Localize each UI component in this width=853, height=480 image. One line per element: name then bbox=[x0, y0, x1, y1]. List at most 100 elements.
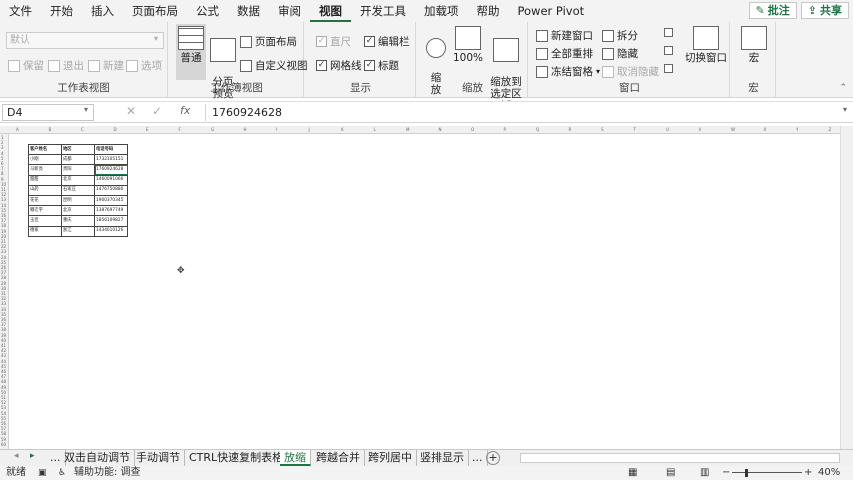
table-cell[interactable]: 成都 bbox=[61, 154, 95, 166]
hide-button[interactable]: 隐藏 bbox=[602, 46, 638, 61]
page-layout-view-icon[interactable]: ▤ bbox=[666, 466, 675, 480]
custom-views-button[interactable]: 自定义视图 bbox=[240, 58, 308, 73]
header-cell[interactable]: 地区 bbox=[61, 143, 95, 156]
column-header[interactable]: F bbox=[179, 126, 181, 134]
column-header[interactable]: J bbox=[309, 126, 310, 134]
vertical-scrollbar[interactable] bbox=[840, 126, 853, 449]
view-side-by-side-button[interactable] bbox=[664, 28, 673, 37]
formula-input[interactable]: 1760924628 bbox=[205, 104, 847, 121]
ruler-checkbox[interactable]: ✓ 直尺 bbox=[316, 34, 351, 49]
column-header[interactable]: M bbox=[406, 126, 409, 134]
tab-data[interactable]: 数据 bbox=[228, 0, 269, 22]
table-cell[interactable]: 石家庄 bbox=[61, 184, 95, 196]
column-header[interactable]: B bbox=[49, 126, 52, 134]
table-cell[interactable]: 1760924628 bbox=[94, 164, 128, 176]
new-view-button[interactable]: 新建 bbox=[88, 58, 124, 73]
normal-view-button[interactable]: 普通 bbox=[176, 24, 206, 80]
horizontal-scrollbar[interactable] bbox=[520, 453, 840, 463]
formula-bar-checkbox[interactable]: ✓ 编辑栏 bbox=[364, 34, 410, 49]
column-header[interactable]: O bbox=[471, 126, 474, 134]
column-header[interactable]: Q bbox=[536, 126, 539, 134]
table-cell[interactable]: 北京 bbox=[61, 205, 95, 217]
column-header[interactable]: I bbox=[276, 126, 277, 134]
page-break-view-icon[interactable]: ▥ bbox=[700, 466, 709, 480]
column-header[interactable]: Y bbox=[796, 126, 798, 134]
tab-power-pivot[interactable]: Power Pivot bbox=[509, 0, 594, 22]
zoom-out-icon[interactable]: − bbox=[722, 466, 730, 480]
table-cell[interactable]: 1460091066 bbox=[94, 174, 128, 186]
column-header[interactable]: A bbox=[16, 126, 19, 134]
table-cell[interactable]: 1900370345 bbox=[94, 194, 128, 207]
column-header[interactable]: T bbox=[634, 126, 636, 134]
row-header[interactable]: 60 bbox=[1, 442, 6, 447]
headings-checkbox[interactable]: ✓ 标题 bbox=[364, 58, 399, 73]
column-header[interactable]: N bbox=[439, 126, 442, 134]
table-cell[interactable]: 1387697749 bbox=[94, 205, 128, 217]
sheet-tab[interactable]: 跨越合并 bbox=[312, 450, 365, 466]
column-header[interactable]: V bbox=[699, 126, 702, 134]
sheet-view-select[interactable]: 默认 bbox=[6, 32, 164, 49]
sheet-tab-active[interactable]: 放缩 bbox=[280, 450, 311, 466]
sheet-tab[interactable]: CTRL快速复制表格 bbox=[185, 450, 289, 466]
table-cell[interactable]: 昆明 bbox=[61, 194, 95, 207]
insert-function-icon[interactable]: fx bbox=[180, 104, 190, 117]
table-cell[interactable]: 1732105151 bbox=[94, 154, 128, 166]
tab-formulas[interactable]: 公式 bbox=[187, 0, 228, 22]
table-cell[interactable]: 1434010126 bbox=[94, 225, 128, 237]
column-header[interactable]: P bbox=[504, 126, 506, 134]
table-cell[interactable]: 玉佳 bbox=[28, 215, 62, 227]
tab-review[interactable]: 审阅 bbox=[269, 0, 310, 22]
exit-view-button[interactable]: 退出 bbox=[48, 58, 84, 73]
zoom-100-button[interactable]: 100% bbox=[452, 26, 484, 64]
enter-icon[interactable]: ✓ bbox=[152, 104, 162, 118]
table-cell[interactable]: 甜甜 bbox=[28, 174, 62, 186]
zoom-level[interactable]: 40% bbox=[818, 466, 840, 480]
freeze-panes-button[interactable]: 冻结窗格 ▾ bbox=[536, 64, 600, 79]
comments-button[interactable]: ✎ 批注 bbox=[748, 2, 797, 19]
table-cell[interactable]: 花花 bbox=[28, 194, 62, 207]
column-header[interactable]: H bbox=[244, 126, 247, 134]
new-window-button[interactable]: 新建窗口 bbox=[536, 28, 593, 43]
macros-button[interactable]: 宏 bbox=[740, 26, 768, 64]
normal-view-icon[interactable]: ▦ bbox=[628, 466, 637, 480]
tab-addins[interactable]: 加载项 bbox=[415, 0, 468, 22]
switch-windows-button[interactable]: 切换窗口 bbox=[684, 26, 728, 64]
column-header[interactable]: D bbox=[114, 126, 117, 134]
sync-scroll-button[interactable] bbox=[664, 46, 673, 55]
gridlines-checkbox[interactable]: ✓ 网格线 bbox=[316, 58, 362, 73]
tab-view[interactable]: 视图 bbox=[310, 0, 351, 22]
sheet-tab[interactable]: 跨列居中 bbox=[364, 450, 417, 466]
tab-file[interactable]: 文件 bbox=[0, 0, 41, 22]
header-cell[interactable]: 电话号码 bbox=[94, 143, 128, 156]
page-layout-button[interactable]: 页面布局 bbox=[240, 34, 297, 49]
split-button[interactable]: 拆分 bbox=[602, 28, 638, 43]
sheet-tab[interactable]: 手动调节 bbox=[132, 450, 185, 466]
column-header[interactable]: U bbox=[666, 126, 669, 134]
macro-record-icon[interactable]: ▣ bbox=[38, 466, 47, 480]
column-header[interactable]: C bbox=[81, 126, 84, 134]
table-cell[interactable]: 德家 bbox=[28, 225, 62, 237]
zoom-slider[interactable] bbox=[732, 472, 802, 473]
column-header[interactable]: W bbox=[731, 126, 735, 134]
table-cell[interactable]: 重庆 bbox=[61, 215, 95, 227]
view-options-button[interactable]: 选项 bbox=[126, 58, 162, 73]
share-button[interactable]: ⇪ 共享 bbox=[800, 2, 849, 19]
table-cell[interactable]: 嘟迁宇 bbox=[28, 205, 62, 217]
table-cell[interactable]: 马新亮 bbox=[28, 164, 62, 176]
table-cell[interactable]: 贵阳 bbox=[61, 164, 95, 176]
chevron-down-icon[interactable]: ▾ bbox=[84, 105, 88, 114]
table-cell[interactable]: 小刚 bbox=[28, 154, 62, 166]
zoom-in-icon[interactable]: + bbox=[804, 466, 812, 480]
column-header[interactable]: K bbox=[341, 126, 344, 134]
sheet-tab[interactable]: 竖排显示 bbox=[416, 450, 469, 466]
zoom-to-selection-button[interactable]: 缩放到 选定区域 bbox=[486, 26, 526, 112]
accessibility-status[interactable]: 辅助功能: 调查 bbox=[74, 466, 141, 480]
sheet-tab[interactable]: 双击自动调节 bbox=[60, 450, 135, 466]
tab-developer[interactable]: 开发工具 bbox=[351, 0, 415, 22]
tab-help[interactable]: 帮助 bbox=[468, 0, 509, 22]
table-cell[interactable]: 北京 bbox=[61, 174, 95, 186]
column-header[interactable]: G bbox=[211, 126, 214, 134]
reset-window-button[interactable] bbox=[664, 64, 673, 73]
collapse-ribbon-icon[interactable]: ⌃ bbox=[839, 83, 847, 93]
tab-home[interactable]: 开始 bbox=[41, 0, 82, 22]
